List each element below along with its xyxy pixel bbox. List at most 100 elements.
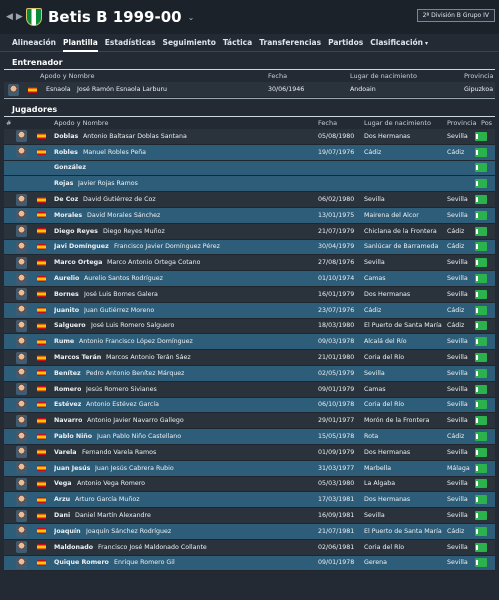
table-row[interactable]: Dani Daniel Martín Alexandre 16/09/1981 Sev… — [4, 508, 495, 524]
player-fullname: Diego Reyes Muñoz — [103, 227, 165, 235]
tab-7[interactable]: Clasificación ▾ — [370, 34, 428, 52]
position-badge[interactable] — [475, 321, 487, 331]
table-row[interactable]: Navarro Antonio Javier Navarro Gallego 29/… — [4, 413, 495, 430]
col-date[interactable]: Fecha — [268, 72, 287, 80]
table-row[interactable]: Juan Jesús Juan Jesús Cabrera Rubio 31/03/… — [4, 460, 495, 477]
tab-4[interactable]: Táctica — [223, 34, 252, 52]
table-row[interactable]: Quique Romero Enrique Romero Gil 09/01/197… — [4, 555, 495, 572]
back-arrow-icon[interactable]: ◀ — [6, 12, 13, 22]
table-row[interactable]: Estévez Antonio Estévez García 06/10/1978 C… — [4, 397, 495, 414]
avatar — [16, 383, 27, 396]
table-row[interactable]: Maldonado Francisco José Maldonado Collan… — [4, 539, 495, 556]
player-birthplace: Rota — [364, 433, 379, 441]
table-row[interactable]: Marcos Terán Marcos Antonio Terán Sáez 21/… — [4, 350, 495, 366]
table-row[interactable]: Benítez Pedro Antonio Benítez Márquez 02/0… — [4, 365, 495, 382]
table-row[interactable]: Javi Domínguez Francisco Javier Domínguez… — [4, 239, 495, 256]
tab-5[interactable]: Transferencias — [259, 34, 321, 52]
table-row[interactable]: Arzu Arturo García Muñoz 17/03/1981 Dos Her… — [4, 492, 495, 509]
avatar — [16, 509, 27, 522]
col-province[interactable]: Provincia — [464, 72, 493, 80]
player-surname: Marcos Terán — [54, 354, 102, 362]
table-row[interactable]: Morales David Morales Sánchez 13/01/1975 Ma… — [4, 207, 495, 224]
position-badge[interactable] — [475, 558, 487, 568]
position-badge[interactable] — [475, 463, 487, 473]
position-badge[interactable] — [475, 147, 487, 157]
table-row[interactable]: Aurelio Aurelio Santos Rodríguez 01/10/197… — [4, 271, 495, 287]
table-row[interactable]: Diego Reyes Diego Reyes Muñoz 21/07/1979 Ch… — [4, 223, 495, 240]
table-row[interactable]: Joaquín Joaquín Sánchez Rodríguez 21/07/19… — [4, 523, 495, 540]
table-row[interactable]: Juanito Juan Gutiérrez Moreno 23/07/1976 Cá… — [4, 302, 495, 319]
coach-surname: Esnaola — [46, 86, 71, 93]
player-surname: Maldonado — [54, 543, 94, 551]
col-province[interactable]: Provincia — [447, 119, 476, 127]
player-birthplace: Dos Hermanas — [364, 496, 411, 504]
position-badge[interactable] — [475, 179, 487, 189]
table-row[interactable]: Vega Antonio Vega Romero 05/03/1980 La Alga… — [4, 476, 495, 493]
position-badge[interactable] — [475, 274, 487, 284]
player-date: 18/03/1980 — [318, 322, 355, 330]
tab-0[interactable]: Alineación — [12, 34, 56, 52]
col-name[interactable]: Apodo y Nombre — [54, 119, 108, 127]
position-badge[interactable] — [475, 368, 487, 378]
position-badge[interactable] — [475, 495, 487, 505]
position-badge[interactable] — [475, 416, 487, 426]
position-badge[interactable] — [475, 447, 487, 457]
table-row[interactable]: Pablo Niño Juan Pablo Niño Castellano 15/0… — [4, 429, 495, 445]
col-name[interactable]: Apodo y Nombre — [40, 72, 94, 80]
table-row[interactable]: Rojas Javier Rojas Ramos — [4, 176, 495, 193]
col-date[interactable]: Fecha — [318, 119, 337, 127]
position-badge[interactable] — [475, 195, 487, 205]
player-date: 05/03/1980 — [318, 480, 355, 488]
avatar — [16, 319, 27, 332]
col-number[interactable]: # — [6, 119, 11, 127]
table-row[interactable]: Rume Antonio Francisco López Domínguez 09/… — [4, 334, 495, 351]
table-row[interactable]: Varela Fernando Varela Ramos 01/09/1979 Dos… — [4, 444, 495, 461]
col-birthplace[interactable]: Lugar de nacimiento — [350, 72, 417, 80]
avatar — [16, 493, 27, 506]
col-birthplace[interactable]: Lugar de nacimiento — [364, 119, 431, 127]
table-row[interactable]: De Coz David Gutiérrez de Coz 06/02/1980 Se… — [4, 192, 495, 208]
position-badge[interactable] — [475, 305, 487, 315]
position-badge[interactable] — [475, 353, 487, 363]
table-row[interactable]: González — [4, 160, 495, 177]
position-badge[interactable] — [475, 479, 487, 489]
table-row[interactable]: Doblas Antonio Baltasar Doblas Santana 05/… — [4, 129, 495, 145]
tab-3[interactable]: Seguimiento — [163, 34, 216, 52]
spain-flag-icon — [37, 401, 46, 408]
forward-arrow-icon[interactable]: ▶ — [16, 12, 23, 22]
player-surname: Vega — [54, 480, 72, 488]
position-badge[interactable] — [475, 511, 487, 521]
position-badge[interactable] — [475, 384, 487, 394]
position-marker — [476, 339, 478, 345]
col-position[interactable]: Pos — [481, 119, 492, 127]
position-badge[interactable] — [475, 542, 487, 552]
position-badge[interactable] — [475, 242, 487, 252]
table-row[interactable]: Marco Ortega Marco Antonio Ortega Cotano 2… — [4, 255, 495, 272]
tab-1[interactable]: Plantilla — [62, 34, 98, 52]
position-badge[interactable] — [475, 526, 487, 536]
position-badge[interactable] — [475, 226, 487, 236]
chevron-down-icon[interactable]: ⌄ — [188, 13, 195, 22]
avatar — [16, 398, 27, 411]
position-badge[interactable] — [475, 289, 487, 299]
player-fullname: Enrique Romero Gil — [114, 559, 175, 567]
position-badge[interactable] — [475, 337, 487, 347]
position-badge[interactable] — [475, 163, 487, 173]
table-row[interactable]: Bornes José Luis Bornes Galera 16/01/1979 D… — [4, 286, 495, 303]
table-row[interactable]: Salguero José Luis Romero Salguero 18/03/1… — [4, 318, 495, 335]
division-badge[interactable]: 2ª División B Grupo IV — [416, 9, 495, 22]
avatar — [16, 240, 27, 253]
position-badge[interactable] — [475, 210, 487, 220]
chevron-down-icon[interactable]: ▾ — [425, 40, 428, 47]
table-row[interactable]: Romero Jesús Romero Sivianes 09/01/1979 Cam… — [4, 381, 495, 398]
tab-2[interactable]: Estadísticas — [105, 34, 156, 52]
position-badge[interactable] — [475, 432, 487, 442]
spain-flag-icon — [37, 259, 46, 266]
coach-row[interactable]: Esnaola José Ramón Esnaola Larburu 30/06… — [4, 82, 495, 98]
tab-6[interactable]: Partidos — [328, 34, 363, 52]
club-title[interactable]: Betis B 1999-00 — [48, 8, 182, 26]
position-badge[interactable] — [475, 400, 487, 410]
position-badge[interactable] — [475, 131, 487, 141]
table-row[interactable]: Robles Manuel Robles Peña 19/07/1976 Cádiz C… — [4, 144, 495, 161]
position-badge[interactable] — [475, 258, 487, 268]
